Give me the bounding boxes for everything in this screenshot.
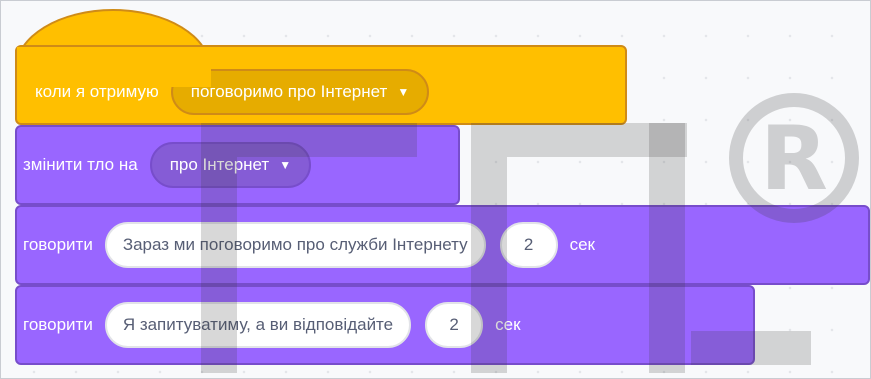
say-for-secs-block-1[interactable]: говорити Зараз ми поговоримо про служби … xyxy=(15,205,870,285)
watermark-bar xyxy=(691,331,811,365)
secs-input[interactable]: 2 xyxy=(499,222,558,268)
say-text-input[interactable]: Я запитуватиму, а ви відповідайте xyxy=(104,302,412,348)
chevron-down-icon: ▼ xyxy=(397,85,410,99)
say-text-input[interactable]: Зараз ми поговоримо про служби Інтернету xyxy=(104,222,486,268)
hat-block-cap-fill xyxy=(17,47,211,87)
code-workspace: коли я отримую поговоримо про Інтернет ▼… xyxy=(0,0,871,379)
chevron-down-icon: ▼ xyxy=(279,158,292,172)
registered-trademark-icon: R xyxy=(729,93,859,223)
secs-unit-label: сек xyxy=(569,235,595,254)
say-block-label: говорити xyxy=(23,235,93,254)
message-dropdown-value: поговоримо про Інтернет xyxy=(190,82,388,101)
watermark-bar xyxy=(649,123,685,373)
say-block-label: говорити xyxy=(23,315,93,334)
backdrop-block-label: змінити тло на xyxy=(23,155,138,174)
say-for-secs-block-2[interactable]: говорити Я запитуватиму, а ви відповідай… xyxy=(15,285,755,365)
watermark-bar xyxy=(201,123,237,373)
watermark-bar xyxy=(237,123,417,157)
watermark-bar xyxy=(471,123,507,373)
